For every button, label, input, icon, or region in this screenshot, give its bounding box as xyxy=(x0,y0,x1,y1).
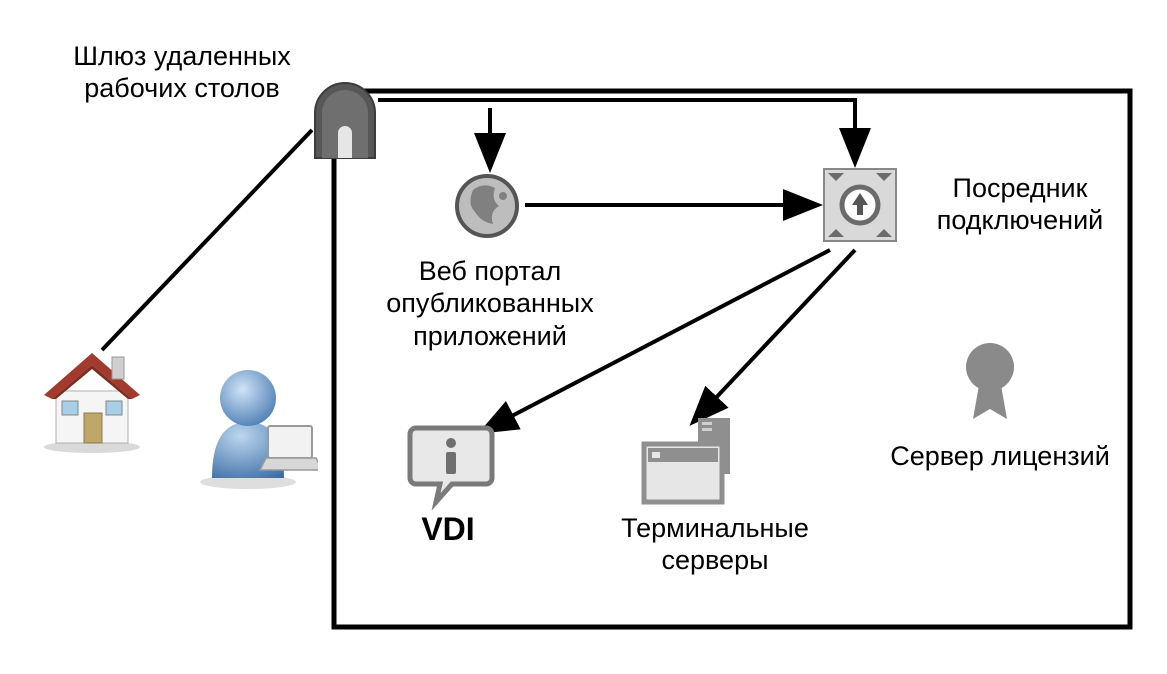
award-icon xyxy=(955,339,1025,434)
terminal-label: Терминальные серверы xyxy=(600,512,830,577)
vdi-label: VDI xyxy=(403,510,493,548)
info-bubble-icon xyxy=(406,420,496,515)
gateway-label: Шлюз удаленных рабочих столов xyxy=(62,40,302,105)
gateway-icon xyxy=(310,78,380,165)
license-label: Сервер лицензий xyxy=(880,440,1120,472)
house-icon xyxy=(32,335,152,460)
diagram-canvas: Шлюз удаленных рабочих столов Веб портал… xyxy=(0,0,1167,674)
broker-icon xyxy=(820,165,900,250)
servers-icon xyxy=(640,414,750,511)
broker-label: Посредник подключений xyxy=(915,172,1125,237)
user-laptop-icon xyxy=(198,360,318,495)
web-portal-label: Веб портал опубликованных приложений xyxy=(360,255,620,352)
globe-icon xyxy=(453,172,521,245)
